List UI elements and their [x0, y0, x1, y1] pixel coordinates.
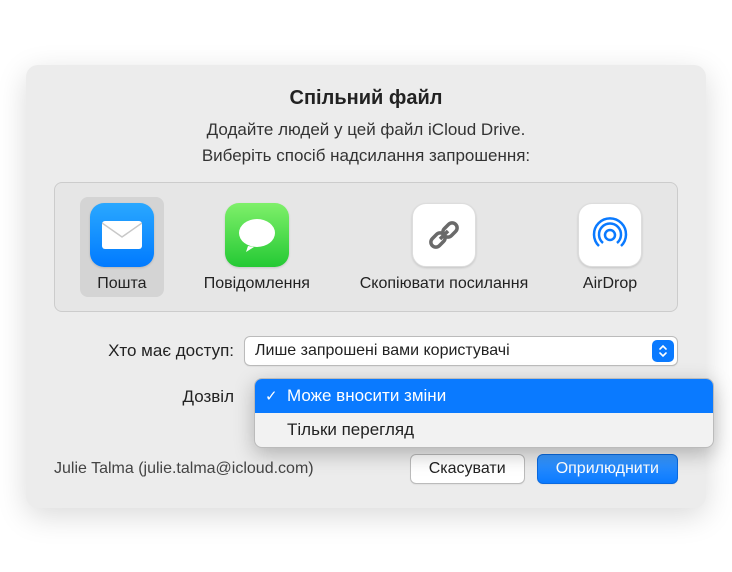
chevron-updown-icon	[652, 340, 674, 362]
airdrop-icon	[578, 203, 642, 267]
permission-label: Дозвіл	[54, 387, 244, 407]
share-file-dialog: Спільний файл Додайте людей у цей файл i…	[26, 65, 706, 508]
method-mail[interactable]: Пошта	[80, 197, 164, 297]
method-messages[interactable]: Повідомлення	[194, 197, 320, 297]
checkmark-icon: ✓	[265, 387, 278, 405]
cancel-button[interactable]: Скасувати	[410, 454, 525, 484]
permission-row: Дозвіл ✓ Може вносити зміни Тільки перег…	[54, 380, 678, 414]
dialog-instruction: Виберіть спосіб надсилання запрошення:	[54, 146, 678, 166]
mail-icon	[90, 203, 154, 267]
share-button[interactable]: Оприлюднити	[537, 454, 678, 484]
method-copy-link[interactable]: Скопіювати посилання	[350, 197, 539, 297]
method-airdrop[interactable]: AirDrop	[568, 197, 652, 297]
link-icon	[412, 203, 476, 267]
method-label: Пошта	[97, 275, 146, 293]
permission-option-can-edit[interactable]: ✓ Може вносити зміни	[255, 379, 713, 413]
dialog-title: Спільний файл	[54, 87, 678, 110]
method-label: Повідомлення	[204, 275, 310, 293]
method-label: AirDrop	[583, 275, 637, 293]
invite-methods-panel: Пошта Повідомлення Скопіювати посилання …	[54, 182, 678, 312]
dialog-subtitle: Додайте людей у цей файл iCloud Drive.	[54, 120, 678, 140]
access-value: Лише запрошені вами користувачі	[255, 342, 510, 360]
current-user: Julie Talma (julie.talma@icloud.com)	[54, 460, 398, 478]
permission-dropdown: ✓ Може вносити зміни Тільки перегляд	[254, 378, 714, 448]
method-label: Скопіювати посилання	[360, 275, 529, 293]
option-label: Може вносити зміни	[287, 386, 446, 406]
option-label: Тільки перегляд	[287, 420, 414, 440]
access-row: Хто має доступ: Лише запрошені вами кори…	[54, 336, 678, 366]
messages-icon	[225, 203, 289, 267]
permission-option-view-only[interactable]: Тільки перегляд	[255, 413, 713, 447]
dialog-footer: Julie Talma (julie.talma@icloud.com) Ска…	[54, 454, 678, 484]
access-popup[interactable]: Лише запрошені вами користувачі	[244, 336, 678, 366]
access-label: Хто має доступ:	[54, 341, 244, 361]
